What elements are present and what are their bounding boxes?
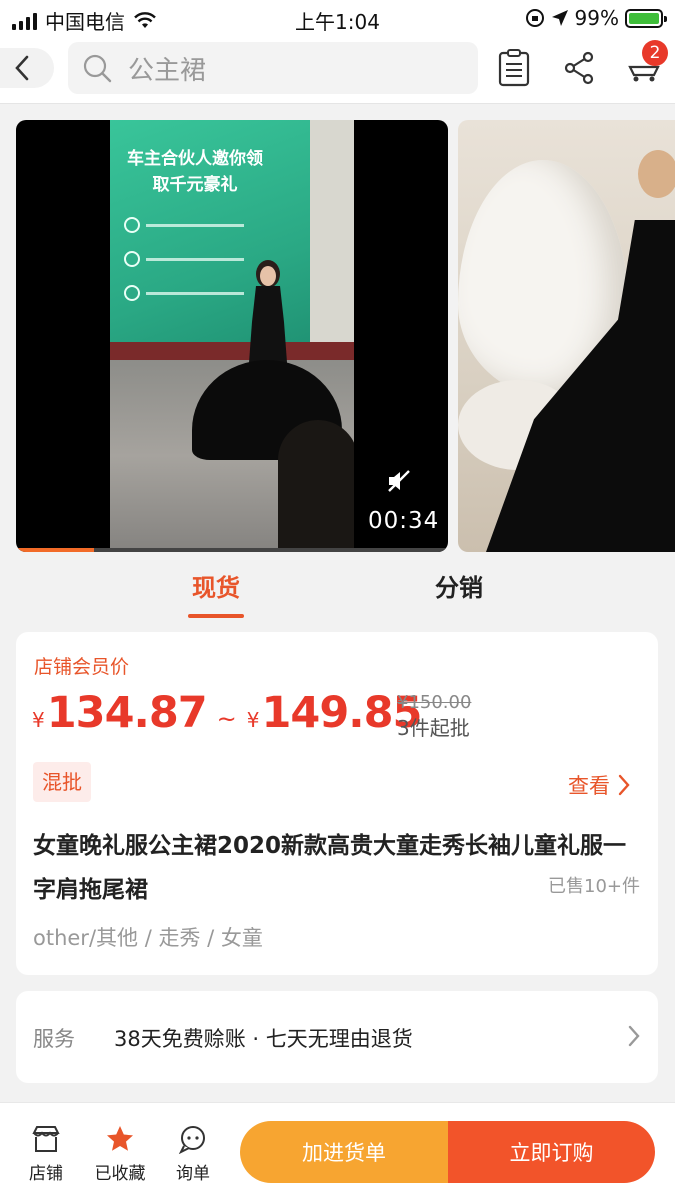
status-right: 99% (525, 6, 667, 30)
mute-button[interactable] (386, 468, 412, 498)
bottom-action-bar: 店铺 已收藏 询单 加进货单 立即订购 (0, 1102, 675, 1200)
video-progress[interactable] (16, 548, 448, 552)
media-carousel[interactable]: 车主合伙人邀你领取千元豪礼 00:34 (16, 120, 675, 553)
spectator-silhouette (278, 420, 354, 552)
stage-screen-title: 车主合伙人邀你领取千元豪礼 (127, 149, 263, 195)
search-placeholder: 公主裙 (128, 55, 207, 86)
product-photo[interactable] (458, 120, 675, 552)
minimum-order: 3件起批 (397, 716, 470, 740)
clipboard-button[interactable] (494, 48, 534, 88)
member-price-label: 店铺会员价 (34, 656, 130, 678)
chat-icon (178, 1126, 205, 1154)
add-to-cart-button[interactable]: 加进货单 (240, 1121, 448, 1183)
back-arrow-icon (15, 55, 29, 81)
video-progress-fill (16, 548, 94, 552)
inquiry-label: 询单 (176, 1164, 210, 1184)
service-text: 38天免费赊账 · 七天无理由退货 (114, 1027, 413, 1051)
tab-distribution[interactable]: 分销 (431, 568, 487, 618)
shop-button[interactable]: 店铺 (16, 1123, 76, 1184)
currency-symbol: ¥ (32, 708, 45, 732)
tab-in-stock[interactable]: 现货 (188, 568, 244, 618)
shop-icon (32, 1126, 60, 1152)
chevron-right-icon (628, 1025, 640, 1047)
video-time: 00:34 (368, 508, 440, 534)
product-attributes: other/其他 / 走秀 / 女童 (33, 926, 263, 950)
order-now-button[interactable]: 立即订购 (448, 1121, 655, 1183)
clipboard-icon (498, 49, 530, 87)
price-separator: ~ (216, 705, 237, 733)
stage-screen-item (124, 250, 244, 268)
stage-screen-item (124, 216, 244, 234)
star-icon (107, 1126, 133, 1151)
view-link[interactable]: 查看 (568, 770, 630, 800)
currency-symbol: ¥ (246, 708, 260, 732)
inquiry-button[interactable]: 询单 (163, 1123, 223, 1184)
favorite-label: 已收藏 (94, 1164, 146, 1184)
service-label: 服务 (33, 1027, 75, 1051)
cart-button[interactable]: 2 (624, 40, 668, 88)
original-price: ¥150.00 (397, 692, 472, 713)
tab-bar: 现货 分销 (0, 568, 675, 618)
shop-label: 店铺 (29, 1164, 63, 1184)
favorite-button[interactable]: 已收藏 (90, 1123, 150, 1184)
orientation-lock-icon (525, 9, 544, 27)
stage-side-panel (310, 120, 354, 360)
photo-model-head (638, 150, 675, 198)
location-icon (551, 10, 568, 26)
stage-edge (110, 342, 354, 362)
stage-screen-item (124, 284, 244, 302)
battery-icon (625, 8, 667, 28)
price-low: 134.87 (46, 688, 208, 738)
share-icon (564, 51, 594, 85)
model-face (260, 266, 276, 286)
share-button[interactable] (559, 48, 599, 88)
product-title: 女童晚礼服公主裙2020新款高贵大童走秀长袖儿童礼服一字肩拖尾裙 (33, 833, 627, 903)
sold-count: 已售10+件 (548, 876, 640, 897)
search-icon (83, 54, 112, 83)
product-video[interactable]: 车主合伙人邀你领取千元豪礼 00:34 (16, 120, 448, 552)
mixed-batch-tag: 混批 (33, 762, 91, 802)
battery-fill (629, 12, 659, 24)
service-arrow (628, 1025, 640, 1051)
stage-screen: 车主合伙人邀你领取千元豪礼 (110, 120, 354, 360)
battery-percent: 99% (574, 6, 619, 30)
status-bar: 中国电信 上午1:04 99% (0, 0, 675, 36)
video-frame: 车主合伙人邀你领取千元豪礼 (110, 120, 354, 552)
mute-icon (388, 470, 410, 492)
cart-badge: 2 (642, 40, 668, 66)
service-card[interactable]: 服务 38天免费赊账 · 七天无理由退货 (16, 991, 658, 1083)
chevron-right-icon (618, 774, 630, 796)
price-card: 店铺会员价 ¥ 134.87 ~ ¥ 149.85 ¥150.00 3件起批 混… (16, 632, 658, 975)
price-range: ¥ 134.87 ~ ¥ 149.85 (32, 688, 422, 738)
view-link-label: 查看 (568, 774, 610, 798)
header: 公主裙 2 (0, 36, 675, 104)
search-input[interactable]: 公主裙 (68, 42, 478, 94)
back-button[interactable] (0, 48, 54, 88)
